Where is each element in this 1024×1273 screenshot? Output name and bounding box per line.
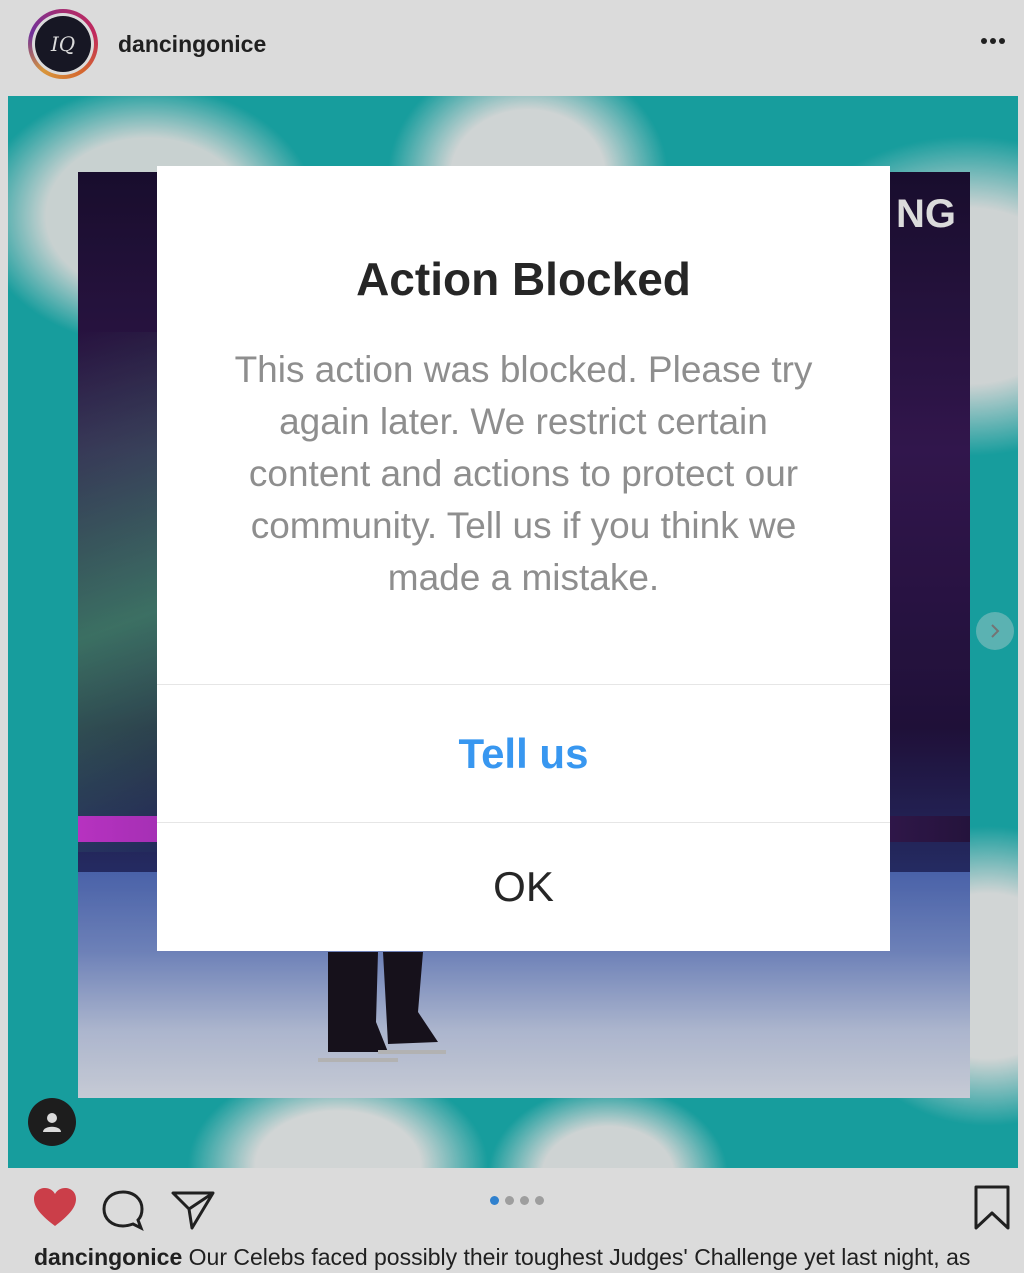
tell-us-button[interactable]: Tell us [157,684,890,822]
dialog-title: Action Blocked [356,253,691,305]
instagram-post-screen: IQ dancingonice NG dancingonice Our Cele… [0,0,1024,1273]
action-blocked-dialog: Action Blocked This action was blocked. … [157,166,890,951]
dialog-message: This action was blocked. Please try agai… [234,349,813,598]
ok-button[interactable]: OK [157,822,890,951]
